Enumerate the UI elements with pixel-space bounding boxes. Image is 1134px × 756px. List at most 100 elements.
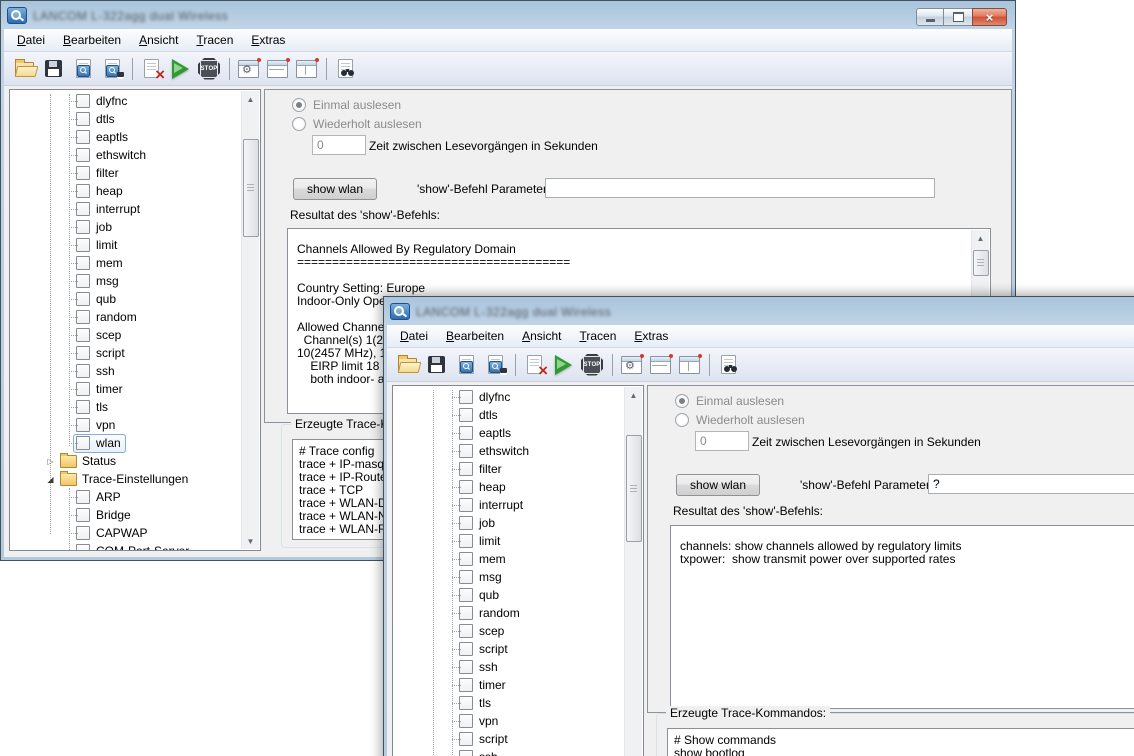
tree-scrollbar[interactable]: ▲ ▼ (624, 387, 642, 756)
tree-checkbox[interactable] (76, 256, 90, 270)
menu-item[interactable]: Bearbeiten (437, 326, 513, 346)
tree-item[interactable]: dlyfnc (393, 388, 624, 406)
save-icon[interactable] (425, 353, 450, 377)
menu-item[interactable]: Extras (625, 326, 677, 346)
tree-checkbox[interactable] (76, 436, 90, 450)
split-vertical-icon[interactable] (294, 57, 319, 81)
radio-icon[interactable] (675, 413, 689, 427)
delete-trace-icon[interactable]: × (139, 57, 164, 81)
start-trace-icon[interactable] (168, 57, 193, 81)
result-box[interactable]: channels: show channels allowed by regul… (670, 525, 1134, 709)
tree-item[interactable]: ssh (393, 748, 624, 756)
tree-checkbox[interactable] (76, 310, 90, 324)
split-horizontal-icon[interactable] (265, 57, 290, 81)
tree-checkbox[interactable] (76, 112, 90, 126)
tree-checkbox[interactable] (459, 696, 473, 710)
param-input[interactable] (928, 474, 1134, 494)
tree-item[interactable]: timer (393, 676, 624, 694)
titlebar[interactable]: LANCOM L-322agg dual Wireless × (386, 299, 1134, 324)
search-document-icon[interactable] (716, 353, 741, 377)
radio-icon[interactable] (675, 394, 689, 408)
tree-item[interactable]: job (10, 218, 241, 236)
menu-item[interactable]: Tracen (187, 30, 242, 50)
menu-item[interactable]: Bearbeiten (54, 30, 130, 50)
tree-checkbox[interactable] (76, 148, 90, 162)
tree-item[interactable]: heap (393, 478, 624, 496)
interval-input[interactable] (312, 135, 366, 155)
expand-icon[interactable] (44, 457, 57, 466)
save-icon[interactable] (42, 57, 67, 81)
tree-checkbox[interactable] (76, 328, 90, 342)
tree-item[interactable]: dtls (393, 406, 624, 424)
trace-tree[interactable]: dlyfnc dtls (392, 385, 644, 756)
tree-item[interactable]: heap (10, 182, 241, 200)
view-trace-save-icon[interactable] (100, 57, 125, 81)
tree-checkbox[interactable] (459, 624, 473, 638)
tree-checkbox[interactable] (459, 390, 473, 404)
titlebar[interactable]: LANCOM L-322agg dual Wireless × (3, 3, 1013, 28)
menu-item[interactable]: Datei (8, 30, 54, 50)
tree-checkbox[interactable] (76, 94, 90, 108)
tree-item[interactable]: Trace-Einstellungen (10, 470, 241, 488)
tree-checkbox[interactable] (459, 678, 473, 692)
close-button[interactable]: × (972, 8, 1007, 26)
tree-checkbox[interactable] (459, 516, 473, 530)
radio-once[interactable]: Einmal auslesen (675, 394, 784, 408)
tree-item[interactable]: scep (393, 622, 624, 640)
tree-item[interactable]: ethswitch (393, 442, 624, 460)
tree-checkbox[interactable] (459, 534, 473, 548)
menu-item[interactable]: Ansicht (513, 326, 570, 346)
start-trace-icon[interactable] (551, 353, 576, 377)
menu-item[interactable]: Tracen (570, 326, 625, 346)
tree-checkbox[interactable] (76, 166, 90, 180)
tree-item[interactable]: mem (10, 254, 241, 272)
trace-settings-window-icon[interactable]: ⚙ (619, 353, 644, 377)
tree-checkbox[interactable] (76, 274, 90, 288)
tree-checkbox[interactable] (459, 480, 473, 494)
tree-item[interactable]: filter (10, 164, 241, 182)
tree-item[interactable]: tls (393, 694, 624, 712)
tree-item[interactable]: vpn (10, 416, 241, 434)
tree-item[interactable]: limit (10, 236, 241, 254)
tree-checkbox[interactable] (76, 400, 90, 414)
view-trace-save-icon[interactable] (483, 353, 508, 377)
radio-icon[interactable] (292, 117, 306, 131)
tree-item[interactable]: dlyfnc (10, 92, 241, 110)
tree-checkbox[interactable] (76, 238, 90, 252)
tree-checkbox[interactable] (459, 408, 473, 422)
tree-item[interactable]: msg (10, 272, 241, 290)
view-trace-icon[interactable] (71, 57, 96, 81)
interval-input[interactable] (695, 431, 749, 451)
tree-checkbox[interactable] (459, 642, 473, 656)
tree-checkbox[interactable] (76, 382, 90, 396)
tree-item[interactable]: tls (10, 398, 241, 416)
scroll-up-icon[interactable]: ▲ (972, 230, 989, 246)
tree-item[interactable]: Bridge (10, 506, 241, 524)
open-file-icon[interactable] (396, 353, 421, 377)
radio-repeat[interactable]: Wiederholt auslesen (292, 117, 422, 131)
scrollbar-thumb[interactable] (973, 250, 989, 276)
tree-checkbox[interactable] (459, 714, 473, 728)
tree-checkbox[interactable] (459, 444, 473, 458)
show-wlan-button[interactable]: show wlan (676, 474, 760, 496)
tree-checkbox[interactable] (76, 220, 90, 234)
open-file-icon[interactable] (13, 57, 38, 81)
tree-checkbox[interactable] (459, 570, 473, 584)
trace-commands-box[interactable]: # Show commandsshow bootlog (667, 728, 1134, 756)
param-input[interactable] (545, 178, 935, 198)
trace-settings-window-icon[interactable]: ⚙ (236, 57, 261, 81)
tree-checkbox[interactable] (76, 292, 90, 306)
stop-trace-icon[interactable]: STOP (580, 353, 605, 377)
stop-trace-icon[interactable]: STOP (197, 57, 222, 81)
tree-item[interactable]: random (393, 604, 624, 622)
tree-item[interactable]: dtls (10, 110, 241, 128)
tree-checkbox[interactable] (459, 498, 473, 512)
search-document-icon[interactable] (333, 57, 358, 81)
tree-item[interactable]: Status (10, 452, 241, 470)
scroll-down-icon[interactable]: ▼ (242, 533, 259, 549)
tree-checkbox[interactable] (76, 508, 90, 522)
tree-checkbox[interactable] (459, 552, 473, 566)
maximize-button[interactable] (944, 8, 972, 26)
radio-repeat[interactable]: Wiederholt auslesen (675, 413, 805, 427)
tree-item[interactable]: ARP (10, 488, 241, 506)
